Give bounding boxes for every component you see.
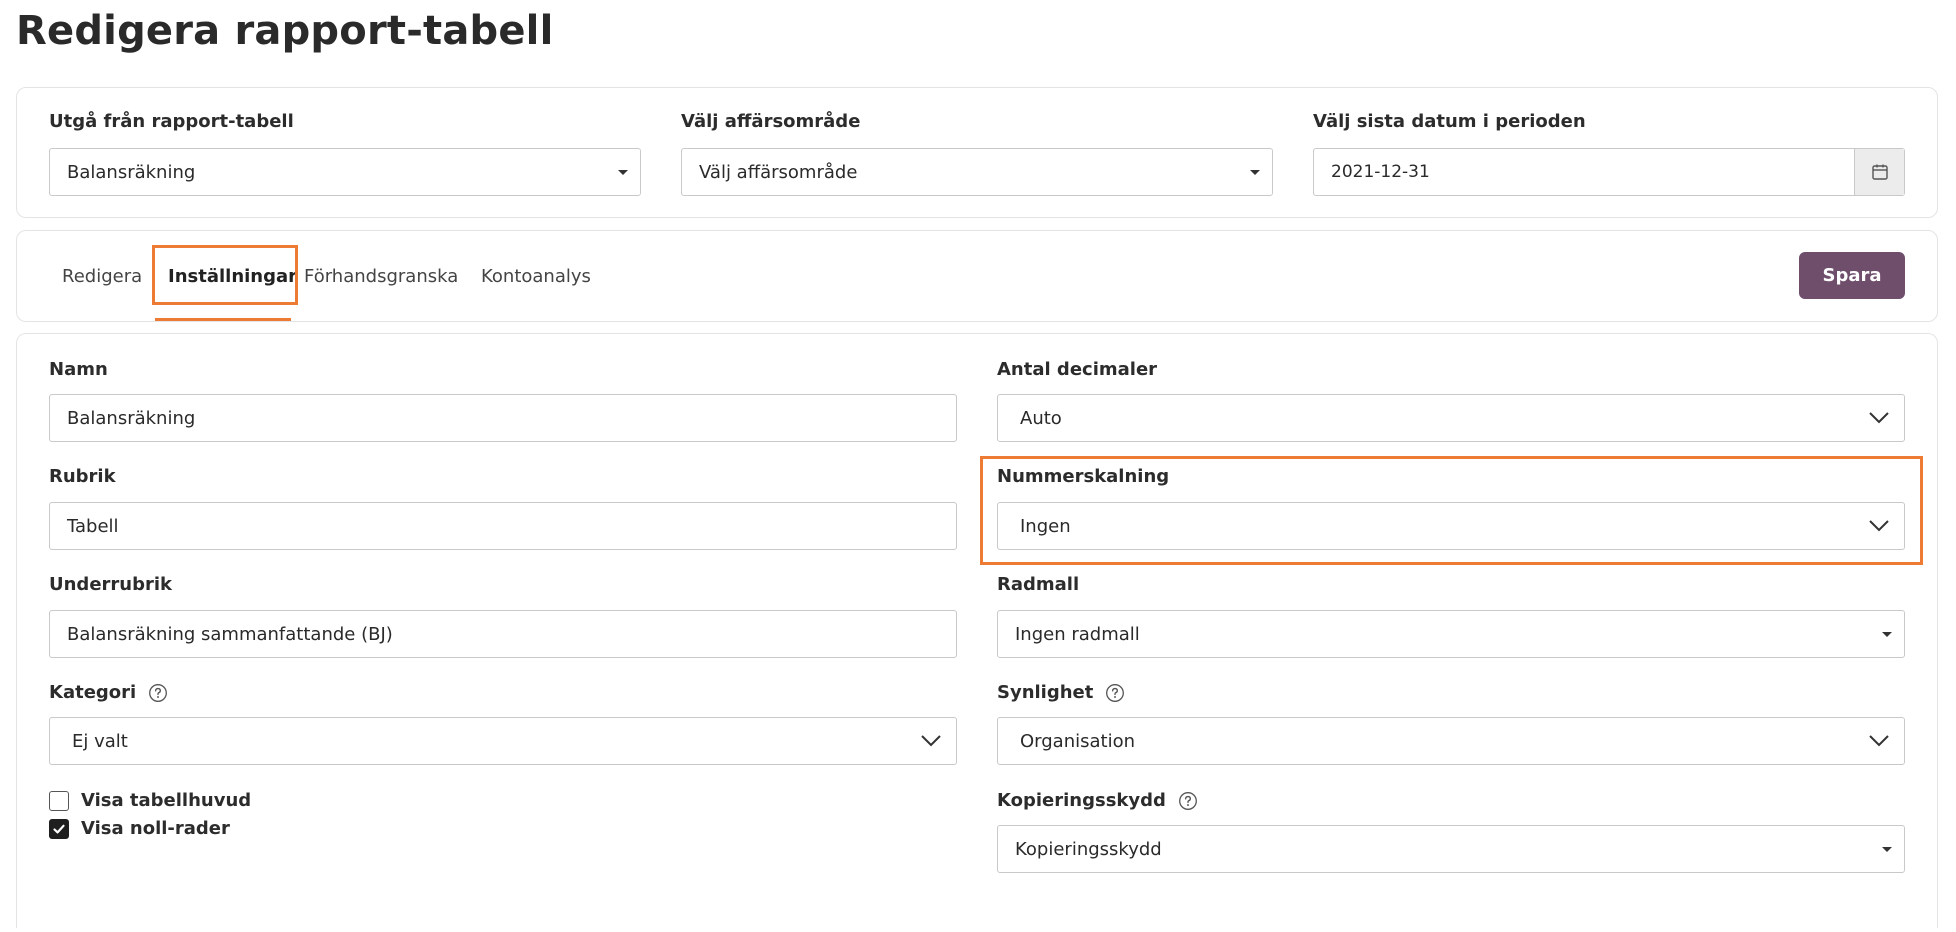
copy-protection-label: Kopieringsskydd: [997, 790, 1166, 811]
number-scaling-label: Nummerskalning: [997, 466, 1170, 487]
number-scaling-select[interactable]: Ingen: [997, 502, 1905, 550]
tab-redigera[interactable]: Redigera: [62, 266, 142, 287]
visibility-select[interactable]: Organisation: [997, 717, 1905, 765]
help-circle-icon[interactable]: [1105, 683, 1125, 703]
decimals-select[interactable]: Auto: [997, 394, 1905, 442]
show-zero-rows-label: Visa noll-rader: [81, 818, 230, 839]
check-icon: [53, 824, 65, 833]
decimals-label: Antal decimaler: [997, 359, 1158, 380]
period-end-value: 2021-12-31: [1331, 162, 1430, 182]
heading-label: Rubrik: [49, 466, 116, 487]
tab-forhandsgranska[interactable]: Förhandsgranska: [304, 266, 458, 287]
help-circle-icon[interactable]: [148, 683, 168, 703]
caret-down-icon: [1250, 169, 1260, 175]
chevron-down-icon: [921, 735, 941, 747]
copy-protection-label-row: Kopieringsskydd: [997, 790, 1198, 811]
heading-input[interactable]: Tabell: [49, 502, 957, 550]
business-area-label: Välj affärsområde: [681, 111, 861, 132]
category-label-row: Kategori: [49, 682, 168, 703]
decimals-value: Auto: [1020, 407, 1062, 429]
business-area-select[interactable]: Välj affärsområde: [681, 148, 1273, 196]
row-template-value: Ingen radmall: [1015, 623, 1140, 645]
name-label: Namn: [49, 359, 108, 380]
category-label: Kategori: [49, 682, 137, 703]
copy-protection-value: Kopieringsskydd: [1015, 838, 1162, 860]
show-header-label: Visa tabellhuvud: [81, 790, 252, 811]
show-header-checkbox[interactable]: [49, 790, 69, 811]
copy-protection-select[interactable]: Kopieringsskydd: [997, 825, 1905, 873]
row-template-select[interactable]: Ingen radmall: [997, 610, 1905, 658]
category-select[interactable]: Ej valt: [49, 717, 957, 765]
chevron-down-icon: [1869, 735, 1889, 747]
caret-down-icon: [618, 169, 628, 175]
category-value: Ej valt: [72, 730, 128, 752]
chevron-down-icon: [1869, 520, 1889, 532]
subheading-input[interactable]: Balansräkning sammanfattande (BJ): [49, 610, 957, 658]
name-input[interactable]: Balansräkning: [49, 394, 957, 442]
visibility-value: Organisation: [1020, 730, 1136, 752]
heading-value: Tabell: [67, 515, 119, 537]
help-circle-icon[interactable]: [1178, 791, 1198, 811]
subheading-value: Balansräkning sammanfattande (BJ): [67, 623, 393, 645]
business-area-value: Välj affärsområde: [699, 161, 858, 183]
tab-kontoanalys[interactable]: Kontoanalys: [481, 266, 591, 287]
save-button[interactable]: Spara: [1799, 252, 1905, 299]
base-table-value: Balansräkning: [67, 161, 196, 183]
base-table-select[interactable]: Balansräkning: [49, 148, 641, 196]
base-table-label: Utgå från rapport-tabell: [49, 111, 294, 132]
row-template-label: Radmall: [997, 574, 1080, 595]
number-scaling-value: Ingen: [1020, 515, 1071, 537]
subheading-label: Underrubrik: [49, 574, 172, 595]
caret-down-icon: [1882, 631, 1892, 637]
period-end-date-input[interactable]: 2021-12-31: [1313, 148, 1905, 196]
show-zero-rows-checkbox-row[interactable]: Visa noll-rader: [49, 818, 230, 839]
visibility-label-row: Synlighet: [997, 682, 1125, 703]
tab-installningar[interactable]: Inställningar: [168, 266, 297, 287]
visibility-label: Synlighet: [997, 682, 1094, 703]
page-title: Redigera rapport-tabell: [16, 8, 554, 54]
show-header-checkbox-row[interactable]: Visa tabellhuvud: [49, 790, 251, 811]
calendar-button[interactable]: [1854, 149, 1904, 195]
period-end-label: Välj sista datum i perioden: [1313, 111, 1586, 132]
chevron-down-icon: [1869, 412, 1889, 424]
caret-down-icon: [1882, 846, 1892, 852]
show-zero-rows-checkbox[interactable]: [49, 818, 69, 839]
name-value: Balansräkning: [67, 407, 196, 429]
active-tab-indicator: [155, 318, 291, 321]
calendar-icon: [1871, 164, 1888, 180]
